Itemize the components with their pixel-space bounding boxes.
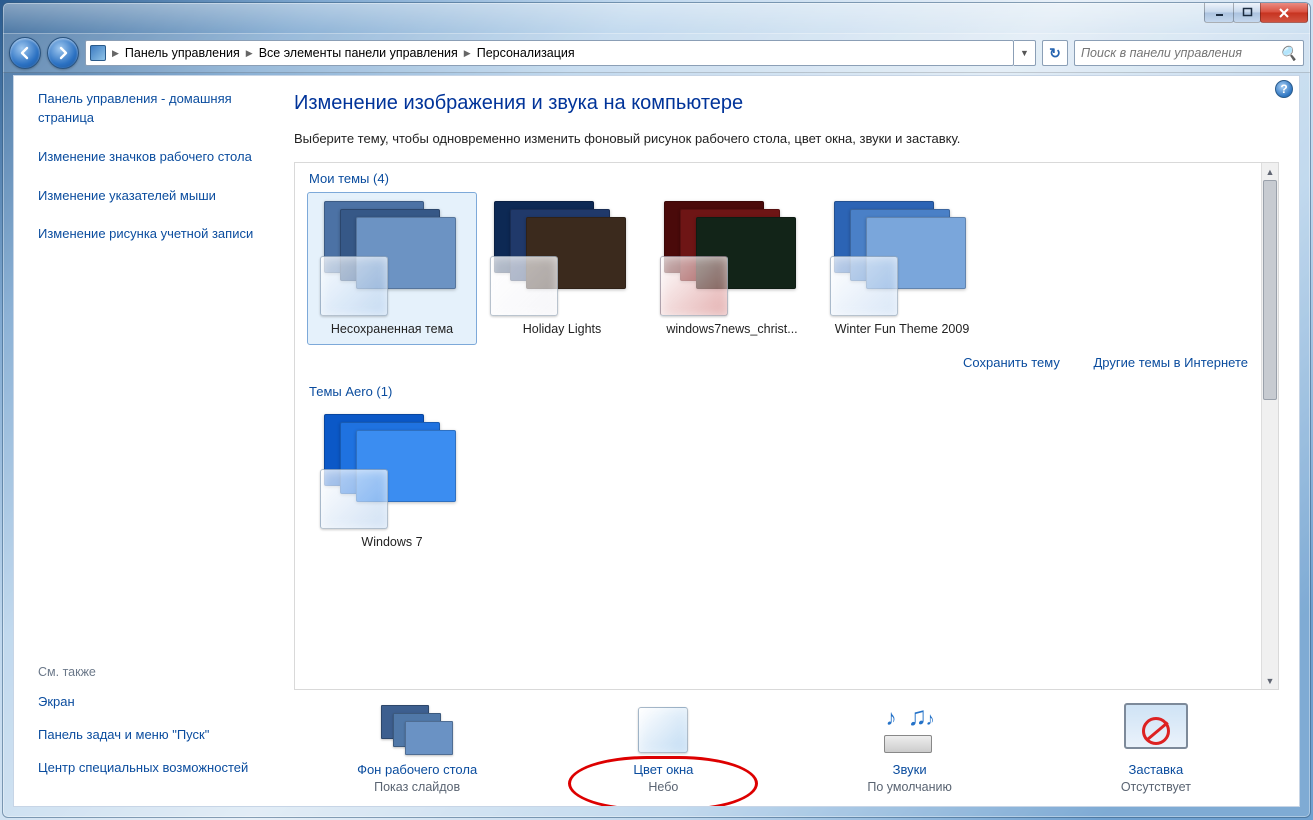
page-description: Выберите тему, чтобы одновременно измени… <box>294 131 1279 146</box>
theme-tile[interactable]: windows7news_christ... <box>647 192 817 345</box>
theme-tile[interactable]: Winter Fun Theme 2009 <box>817 192 987 345</box>
window-color-icon <box>638 707 688 753</box>
forward-button[interactable] <box>47 37 79 69</box>
sounds-label: Звуки <box>787 762 1033 777</box>
main-panel: ? Изменение изображения и звука на компь… <box>274 76 1299 806</box>
chevron-right-icon: ▶ <box>242 48 257 59</box>
theme-thumbnail <box>662 201 802 316</box>
help-button[interactable]: ? <box>1275 80 1293 98</box>
screensaver-label: Заставка <box>1033 762 1279 777</box>
refresh-button[interactable]: ↻ <box>1042 40 1068 66</box>
sidebar-link-account-picture[interactable]: Изменение рисунка учетной записи <box>38 225 264 244</box>
window-color-item[interactable]: Цвет окна Небо <box>540 702 786 794</box>
sidebar: Панель управления - домашняя страница Из… <box>14 76 274 806</box>
breadcrumb-seg-3[interactable]: Персонализация <box>477 46 575 60</box>
bottom-settings-row: Фон рабочего стола Показ слайдов Цвет ок… <box>294 690 1279 798</box>
scroll-thumb[interactable] <box>1263 180 1277 400</box>
address-dropdown[interactable]: ▼ <box>1014 40 1036 66</box>
nav-toolbar: ▶ Панель управления ▶ Все элементы панел… <box>3 33 1310 73</box>
sounds-value: По умолчанию <box>787 780 1033 794</box>
breadcrumb-seg-1[interactable]: Панель управления <box>125 46 240 60</box>
desktop-background-icon <box>381 705 453 755</box>
desktop-background-item[interactable]: Фон рабочего стола Показ слайдов <box>294 702 540 794</box>
close-button[interactable] <box>1260 3 1308 23</box>
see-also-taskbar[interactable]: Панель задач и меню "Пуск" <box>38 726 264 745</box>
window-frame: ▶ Панель управления ▶ Все элементы панел… <box>2 2 1311 818</box>
theme-thumbnail <box>492 201 632 316</box>
search-icon: 🔍 <box>1280 45 1297 62</box>
address-bar[interactable]: ▶ Панель управления ▶ Все элементы панел… <box>85 40 1014 66</box>
group-aero-themes: Темы Aero (1) <box>309 384 1266 399</box>
scroll-up-icon[interactable]: ▲ <box>1262 163 1278 180</box>
sidebar-link-desktop-icons[interactable]: Изменение значков рабочего стола <box>38 148 264 167</box>
themes-list: Мои темы (4) Несохраненная тема Holiday L… <box>294 162 1279 690</box>
see-also-heading: См. также <box>38 665 264 679</box>
theme-name: Holiday Lights <box>484 322 640 336</box>
chevron-right-icon: ▶ <box>108 48 123 59</box>
desktop-background-label: Фон рабочего стола <box>294 762 540 777</box>
sidebar-home-link[interactable]: Панель управления - домашняя страница <box>38 90 264 128</box>
window-color-value: Небо <box>540 780 786 794</box>
screensaver-icon <box>1120 703 1192 757</box>
chevron-right-icon: ▶ <box>460 48 475 59</box>
sounds-item[interactable]: ♪♫♪ Звуки По умолчанию <box>787 702 1033 794</box>
screensaver-value: Отсутствует <box>1033 780 1279 794</box>
theme-actions: Сохранить тему Другие темы в Интернете <box>307 345 1266 376</box>
sounds-icon: ♪♫♪ <box>878 705 942 755</box>
back-button[interactable] <box>9 37 41 69</box>
theme-name: Winter Fun Theme 2009 <box>824 322 980 336</box>
theme-name: windows7news_christ... <box>654 322 810 336</box>
theme-thumbnail <box>832 201 972 316</box>
theme-tile[interactable]: Несохраненная тема <box>307 192 477 345</box>
theme-name: Windows 7 <box>314 535 470 549</box>
window-color-label: Цвет окна <box>540 762 786 777</box>
titlebar <box>3 3 1310 33</box>
theme-tile[interactable]: Windows 7 <box>307 405 477 558</box>
theme-name: Несохраненная тема <box>314 322 470 336</box>
search-input[interactable] <box>1081 46 1280 60</box>
search-box[interactable]: 🔍 <box>1074 40 1304 66</box>
client-area: Панель управления - домашняя страница Из… <box>13 75 1300 807</box>
scroll-down-icon[interactable]: ▼ <box>1262 672 1278 689</box>
sidebar-link-mouse-pointers[interactable]: Изменение указателей мыши <box>38 187 264 206</box>
group-my-themes: Мои темы (4) <box>309 171 1266 186</box>
theme-tile[interactable]: Holiday Lights <box>477 192 647 345</box>
desktop-background-value: Показ слайдов <box>294 780 540 794</box>
screensaver-item[interactable]: Заставка Отсутствует <box>1033 702 1279 794</box>
see-also-ease-of-access[interactable]: Центр специальных возможностей <box>38 759 264 778</box>
save-theme-link[interactable]: Сохранить тему <box>963 355 1060 370</box>
minimize-button[interactable] <box>1204 3 1234 23</box>
maximize-button[interactable] <box>1233 3 1261 23</box>
theme-thumbnail <box>322 414 462 529</box>
breadcrumb-seg-2[interactable]: Все элементы панели управления <box>259 46 458 60</box>
control-panel-icon <box>90 45 106 61</box>
theme-thumbnail <box>322 201 462 316</box>
see-also-display[interactable]: Экран <box>38 693 264 712</box>
page-title: Изменение изображения и звука на компьют… <box>294 92 1279 115</box>
more-themes-link[interactable]: Другие темы в Интернете <box>1094 355 1249 370</box>
themes-scrollbar[interactable]: ▲ ▼ <box>1261 163 1278 689</box>
